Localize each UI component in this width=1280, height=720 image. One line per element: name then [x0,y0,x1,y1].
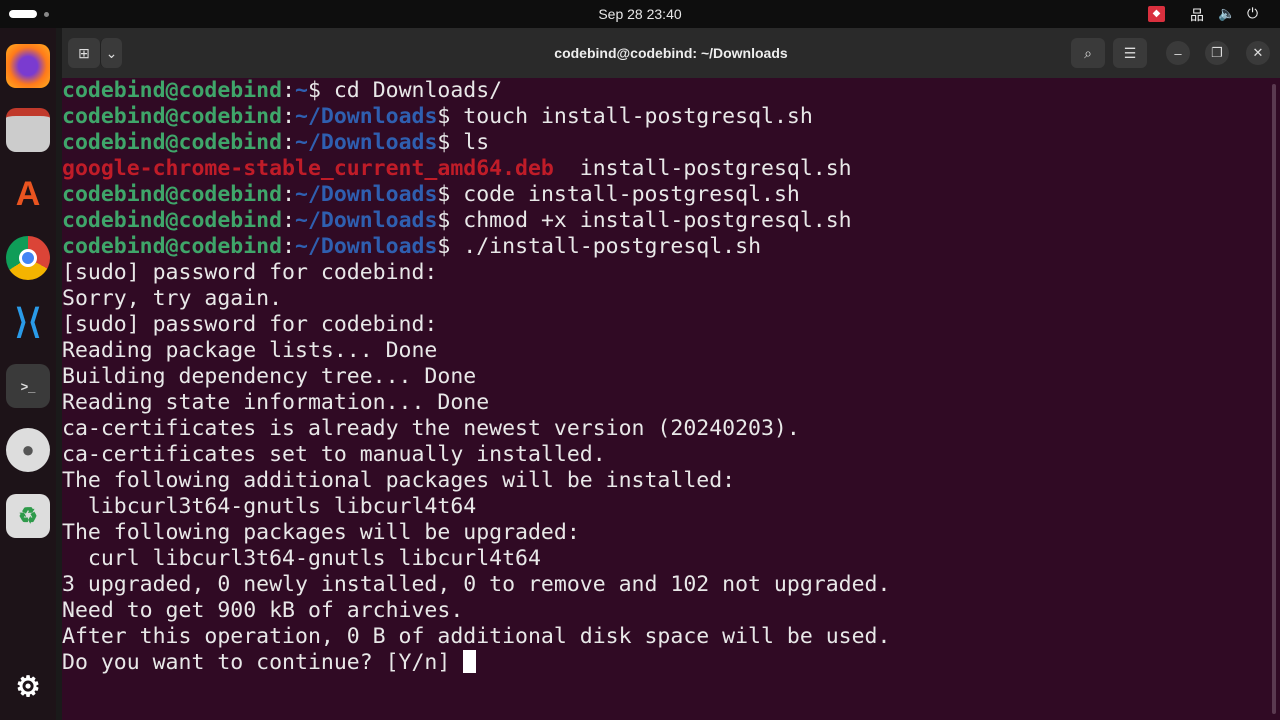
prompt-path: ~/Downloads [295,234,438,259]
terminal-line: Reading package lists... Done [62,338,1268,364]
terminal-text: : [282,104,296,129]
terminal-line: ca-certificates is already the newest ve… [62,416,1268,442]
terminal-text: Need to get 900 kB of archives. [62,598,464,623]
terminal-text: ca-certificates set to manually installe… [62,442,606,467]
terminal-line: [sudo] password for codebind: [62,260,1268,286]
terminal-text: ca-certificates is already the newest ve… [62,416,800,441]
prompt-user: codebind@codebind [62,78,283,103]
terminal-text: Building dependency tree... Done [62,364,477,389]
terminal-text: libcurl3t64-gnutls libcurl4t64 [62,494,477,519]
prompt-user: codebind@codebind [62,234,283,259]
prompt-path: ~/Downloads [295,104,438,129]
prompt-path: ~ [295,78,308,103]
terminal-line: 3 upgraded, 0 newly installed, 0 to remo… [62,572,1268,598]
files-icon[interactable] [6,108,50,152]
terminal-line: After this operation, 0 B of additional … [62,624,1268,650]
prompt-path: ~/Downloads [295,208,438,233]
terminal-window: ⊞ ⌄ codebind@codebind: ~/Downloads ⌕ ☰ –… [62,28,1280,720]
terminal-text: [sudo] password for codebind: [62,312,438,337]
prompt-user: codebind@codebind [62,130,283,155]
terminal-line: Sorry, try again. [62,286,1268,312]
terminal-text: $ ./install-postgresql.sh [437,234,762,259]
terminal-line: Building dependency tree... Done [62,364,1268,390]
scrollbar[interactable] [1272,84,1276,714]
terminal-line: codebind@codebind:~/Downloads$ code inst… [62,182,1268,208]
file-deb: google-chrome-stable_current_amd64.deb [62,156,554,181]
minimize-button[interactable]: – [1166,41,1190,65]
terminal-line: ca-certificates set to manually installe… [62,442,1268,468]
prompt-user: codebind@codebind [62,208,283,233]
network-icon[interactable]: 品 [1190,5,1204,25]
terminal-text: $ cd Downloads/ [307,78,503,103]
cursor [463,650,477,673]
title-bar: ⊞ ⌄ codebind@codebind: ~/Downloads ⌕ ☰ –… [62,28,1280,78]
terminal-text: $ touch install-postgresql.sh [437,104,813,129]
app-center-icon[interactable]: A [6,172,50,216]
terminal-text: 3 upgraded, 0 newly installed, 0 to remo… [62,572,891,597]
terminal-text: : [282,208,296,233]
show-apps-icon[interactable]: ⚙ [6,664,50,708]
terminal-text: $ code install-postgresql.sh [437,182,800,207]
terminal-text: Do you want to continue? [Y/n] [62,650,464,675]
terminal-text: After this operation, 0 B of additional … [62,624,891,649]
terminal-line: codebind@codebind:~/Downloads$ ./install… [62,234,1268,260]
terminal-line: codebind@codebind:~$ cd Downloads/ [62,78,1268,104]
prompt-path: ~/Downloads [295,130,438,155]
prompt-user: codebind@codebind [62,182,283,207]
terminal-line: curl libcurl3t64-gnutls libcurl4t64 [62,546,1268,572]
terminal-text: The following packages will be upgraded: [62,520,580,545]
trash-icon[interactable]: ♻ [6,494,50,538]
terminal-text: Reading package lists... Done [62,338,438,363]
terminal-text: [sudo] password for codebind: [62,260,438,285]
terminal-text: : [282,78,296,103]
prompt-path: ~/Downloads [295,182,438,207]
terminal-line: The following packages will be upgraded: [62,520,1268,546]
terminal-line: [sudo] password for codebind: [62,312,1268,338]
terminal-line: google-chrome-stable_current_amd64.deb i… [62,156,1268,182]
prompt-user: codebind@codebind [62,104,283,129]
terminal-text: $ ls [437,130,490,155]
volume-icon[interactable]: 🔈 [1218,5,1235,22]
terminal-output[interactable]: codebind@codebind:~$ cd Downloads/codebi… [62,78,1268,676]
terminal-text: : [282,182,296,207]
terminal-line: codebind@codebind:~/Downloads$ touch ins… [62,104,1268,130]
terminal-line: Need to get 900 kB of archives. [62,598,1268,624]
terminal-line: The following additional packages will b… [62,468,1268,494]
vscode-icon[interactable]: ⟩⟨ [6,300,50,344]
clock[interactable]: Sep 28 23:40 [0,6,1280,22]
terminal-line: codebind@codebind:~/Downloads$ ls [62,130,1268,156]
menu-icon[interactable]: ☰ [1113,38,1147,68]
dock: A ⟩⟨ >_ ● ♻ ⚙ [0,28,56,720]
power-icon[interactable]: ⏻ [1247,5,1258,22]
terminal-text: : [282,130,296,155]
chrome-icon[interactable] [6,236,50,280]
terminal-text: install-postgresql.sh [553,156,852,181]
dvd-icon[interactable]: ● [6,428,50,472]
terminal-text: Reading state information... Done [62,390,490,415]
terminal-text: : [282,234,296,259]
terminal-text: curl libcurl3t64-gnutls libcurl4t64 [62,546,541,571]
terminal-line: Reading state information... Done [62,390,1268,416]
search-icon[interactable]: ⌕ [1071,38,1105,68]
terminal-line: Do you want to continue? [Y/n] [62,650,1268,676]
firefox-icon[interactable] [6,44,50,88]
maximize-button[interactable]: ❐ [1205,41,1229,65]
anydesk-icon[interactable]: ◆ [1148,6,1165,22]
terminal-text: Sorry, try again. [62,286,283,311]
close-button[interactable]: ✕ [1246,41,1270,65]
terminal-icon[interactable]: >_ [6,364,50,408]
terminal-line: libcurl3t64-gnutls libcurl4t64 [62,494,1268,520]
terminal-text: $ chmod +x install-postgresql.sh [437,208,852,233]
terminal-text: The following additional packages will b… [62,468,736,493]
terminal-line: codebind@codebind:~/Downloads$ chmod +x … [62,208,1268,234]
top-bar: Sep 28 23:40 ◆ 品 🔈 ⏻ [0,0,1280,28]
